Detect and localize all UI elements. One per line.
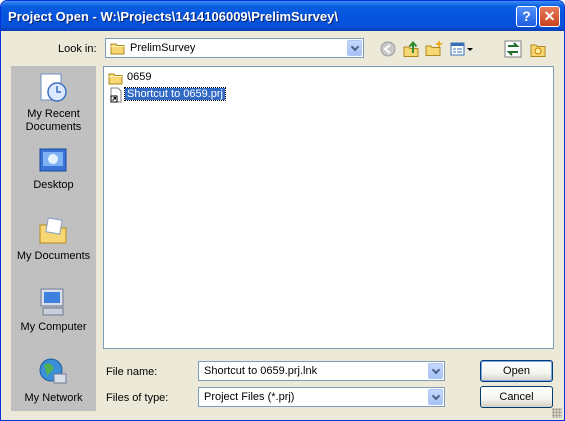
place-label: My Network [24, 392, 83, 404]
my-computer-icon [40, 288, 64, 316]
my-network-icon [39, 358, 67, 384]
look-in-label: Look in: [58, 43, 97, 55]
desktop-icon [39, 148, 67, 172]
views-menu-icon [450, 42, 473, 56]
place-label: My Computer [20, 321, 87, 333]
new-folder-button[interactable] [424, 39, 444, 59]
shortcut-file-icon [110, 87, 122, 103]
help-button[interactable]: ? [516, 6, 537, 27]
folder-icon [108, 73, 123, 85]
place-label: My Recent Documents [25, 108, 82, 133]
new-item-button[interactable] [528, 39, 548, 59]
place-label: Desktop [33, 179, 74, 191]
look-in-dropdown[interactable]: PrelimSurvey [105, 38, 364, 58]
file-name-label: File name: [106, 366, 158, 378]
cancel-button[interactable]: Cancel [480, 386, 553, 408]
place-desktop[interactable]: Desktop [11, 145, 96, 193]
refresh-icon [504, 40, 522, 58]
place-my-documents[interactable]: My Documents [11, 215, 96, 263]
files-of-type-label: Files of type: [106, 392, 169, 404]
refresh-button[interactable] [503, 39, 523, 59]
project-open-dialog: Project Open - W:\Projects\1414106009\Pr… [0, 0, 565, 421]
title-bar[interactable]: Project Open - W:\Projects\1414106009\Pr… [1, 1, 564, 31]
files-of-type-value: Project Files (*.prj) [204, 391, 295, 403]
up-folder-button[interactable] [401, 39, 421, 59]
folder-icon [110, 43, 125, 55]
back-icon [380, 41, 396, 57]
file-name: 0659 [127, 71, 152, 83]
look-in-value: PrelimSurvey [130, 42, 196, 54]
new-item-icon [530, 44, 546, 57]
close-button[interactable]: ✕ [539, 6, 560, 27]
up-folder-icon [403, 40, 419, 57]
file-name-value: Shortcut to 0659.prj.lnk [204, 365, 318, 377]
files-of-type-dropdown[interactable]: Project Files (*.prj) [198, 387, 445, 407]
file-name-field[interactable]: Shortcut to 0659.prj.lnk [198, 361, 445, 381]
window-title: Project Open - W:\Projects\1414106009\Pr… [8, 9, 338, 24]
place-label: My Documents [16, 250, 91, 262]
views-menu-button[interactable] [449, 39, 475, 59]
place-my-network[interactable]: My Network [11, 356, 96, 406]
recent-documents-icon [40, 73, 67, 102]
chevron-down-icon[interactable] [428, 389, 443, 405]
chevron-down-icon[interactable] [347, 40, 362, 56]
place-my-recent-documents[interactable]: My Recent Documents [11, 72, 96, 134]
resize-grip[interactable] [552, 408, 562, 418]
chevron-down-icon[interactable] [428, 363, 443, 379]
file-list[interactable]: 0659 Shortcut to 0659.prj [103, 66, 554, 349]
back-button[interactable] [378, 39, 398, 59]
file-name: Shortcut to 0659.prj [123, 87, 227, 101]
my-documents-icon [39, 217, 67, 244]
place-my-computer[interactable]: My Computer [11, 286, 96, 334]
open-button[interactable]: Open [480, 360, 553, 382]
new-folder-icon [425, 41, 442, 56]
